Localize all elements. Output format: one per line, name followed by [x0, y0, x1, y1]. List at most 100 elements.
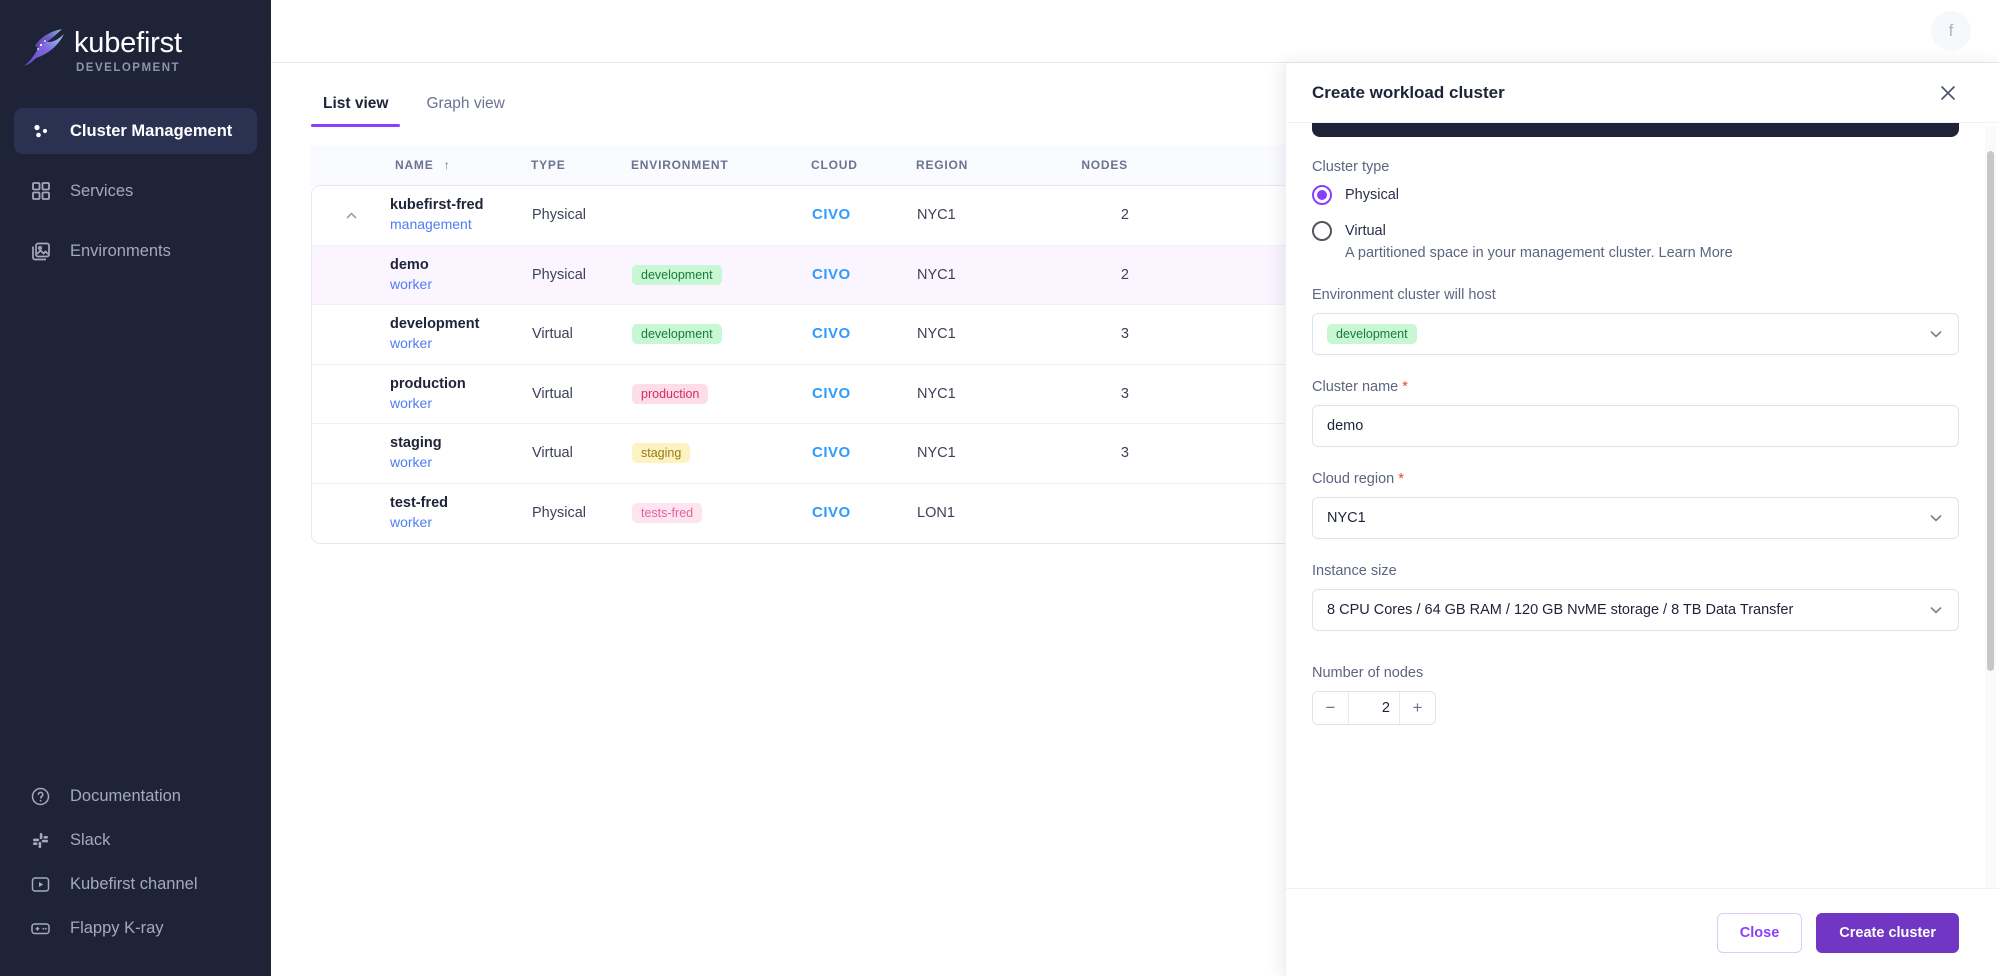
- cell-name: staging worker: [390, 434, 532, 472]
- column-header-environment[interactable]: ENVIRONMENT: [631, 158, 811, 172]
- column-header-cloud[interactable]: CLOUD: [811, 158, 916, 172]
- cell-region: LON1: [917, 505, 955, 522]
- required-asterisk: *: [1402, 379, 1408, 395]
- cell-environment: development: [632, 324, 812, 345]
- brand: kubefirst DEVELOPMENT: [0, 0, 271, 74]
- cluster-role-link[interactable]: management: [390, 215, 532, 234]
- column-header-nodes[interactable]: NODES: [1046, 158, 1146, 172]
- column-header-region[interactable]: REGION: [916, 158, 1046, 172]
- drawer-header: Create workload cluster: [1286, 63, 1999, 123]
- cluster-role-link[interactable]: worker: [390, 334, 532, 353]
- cluster-role-link[interactable]: worker: [390, 513, 532, 532]
- gamepad-icon: [30, 918, 51, 939]
- create-cluster-button[interactable]: Create cluster: [1816, 912, 1959, 953]
- radio-virtual[interactable]: Virtual: [1312, 221, 1959, 241]
- radio-virtual-label: Virtual: [1345, 223, 1386, 239]
- cell-type: Physical: [532, 266, 586, 283]
- sidebar-item-documentation[interactable]: Documentation: [0, 774, 271, 818]
- number-of-nodes-field: Number of nodes − 2 +: [1312, 665, 1959, 725]
- instance-size-label: Instance size: [1312, 563, 1397, 579]
- sidebar-footer: Documentation Slack Kubefirst channel Fl…: [0, 774, 271, 950]
- environment-badge: production: [632, 383, 709, 404]
- cell-name: production worker: [390, 375, 532, 413]
- tab-list-view[interactable]: List view: [311, 87, 401, 127]
- chevron-down-icon: [1928, 510, 1944, 526]
- cluster-role-link[interactable]: worker: [390, 394, 532, 413]
- civo-logo: CIVO: [812, 206, 851, 224]
- sidebar-item-flappy-k-ray[interactable]: Flappy K-ray: [0, 906, 271, 950]
- help-circle-icon: [30, 786, 51, 807]
- column-header-name[interactable]: NAME ↑: [389, 158, 531, 172]
- cluster-name: staging: [390, 435, 442, 452]
- cluster-type-hint[interactable]: A partitioned space in your management c…: [1345, 245, 1959, 261]
- drawer-body: Cluster type Physical Virtual A partitio…: [1286, 123, 1999, 888]
- cluster-role-link[interactable]: worker: [390, 453, 532, 472]
- sidebar-item-slack[interactable]: Slack: [0, 818, 271, 862]
- cell-type: Virtual: [532, 326, 573, 343]
- cluster-name-input[interactable]: demo: [1312, 405, 1959, 447]
- instance-size-select[interactable]: 8 CPU Cores / 64 GB RAM / 120 GB NvME st…: [1312, 589, 1959, 631]
- cell-region: NYC1: [917, 266, 956, 283]
- table-row[interactable]: staging worker Virtual staging CIVO NYC1…: [312, 424, 1297, 484]
- column-header-type[interactable]: TYPE: [531, 158, 631, 172]
- environment-select[interactable]: development: [1312, 313, 1959, 355]
- radio-physical-label: Physical: [1345, 187, 1399, 203]
- nodes-value[interactable]: 2: [1349, 692, 1399, 724]
- cloud-region-select[interactable]: NYC1: [1312, 497, 1959, 539]
- close-button[interactable]: Close: [1716, 912, 1803, 953]
- cell-region: NYC1: [917, 385, 956, 402]
- cluster-name: demo: [390, 256, 429, 273]
- cell-nodes: 3: [1120, 445, 1129, 462]
- cluster-name: test-fred: [390, 495, 449, 512]
- scrolled-info-banner: [1312, 123, 1959, 137]
- environment-field: Environment cluster will host developmen…: [1312, 287, 1959, 355]
- sidebar-item-label: Kubefirst channel: [70, 874, 198, 893]
- sidebar-item-services[interactable]: Services: [14, 168, 257, 214]
- civo-logo: CIVO: [812, 504, 851, 522]
- nodes-decrement-button[interactable]: −: [1313, 692, 1349, 724]
- sidebar-item-cluster-management[interactable]: Cluster Management: [14, 108, 257, 154]
- sidebar-item-label: Cluster Management: [70, 121, 233, 140]
- cell-name: development worker: [390, 315, 532, 353]
- clusters-table: NAME ↑ TYPE ENVIRONMENT CLOUD REGION NOD…: [311, 145, 1298, 544]
- avatar[interactable]: f: [1931, 11, 1971, 51]
- table-row[interactable]: kubefirst-fred management Physical CIVO …: [312, 186, 1297, 246]
- main-area: f List view Graph view NAME ↑ TYPE ENVIR…: [271, 0, 1999, 976]
- cell-environment: development: [632, 264, 812, 285]
- table-row[interactable]: demo worker Physical development CIVO NY…: [312, 245, 1297, 305]
- drawer-scrollbar-thumb[interactable]: [1987, 151, 1994, 671]
- cell-environment: tests-fred: [632, 503, 812, 524]
- chevron-up-icon: [344, 208, 359, 223]
- cell-cloud: CIVO: [812, 385, 917, 403]
- sidebar-item-label: Slack: [70, 830, 111, 849]
- environment-label: Environment cluster will host: [1312, 287, 1496, 303]
- row-expander[interactable]: [312, 208, 390, 223]
- sidebar-item-kubefirst-channel[interactable]: Kubefirst channel: [0, 862, 271, 906]
- cluster-role-link[interactable]: worker: [390, 275, 532, 294]
- table-row[interactable]: development worker Virtual development C…: [312, 305, 1297, 365]
- create-workload-cluster-drawer: Create workload cluster Cluster type Phy…: [1285, 63, 1999, 976]
- cell-cloud: CIVO: [812, 325, 917, 343]
- drawer-footer: Close Create cluster: [1286, 888, 1999, 976]
- instance-size-value: 8 CPU Cores / 64 GB RAM / 120 GB NvME st…: [1327, 602, 1794, 618]
- slack-icon: [30, 830, 51, 851]
- radio-physical-input[interactable]: [1312, 185, 1332, 205]
- tab-graph-view[interactable]: Graph view: [414, 87, 516, 127]
- sort-arrow-up-icon: ↑: [443, 158, 451, 172]
- table-row[interactable]: production worker Virtual production CIV…: [312, 364, 1297, 424]
- sidebar-item-environments[interactable]: Environments: [14, 228, 257, 274]
- radio-physical[interactable]: Physical: [1312, 185, 1959, 205]
- cluster-name-field: Cluster name * demo: [1312, 379, 1959, 447]
- table-header-row: NAME ↑ TYPE ENVIRONMENT CLOUD REGION NOD…: [311, 145, 1298, 185]
- nodes-increment-button[interactable]: +: [1399, 692, 1435, 724]
- civo-logo: CIVO: [812, 265, 851, 283]
- table-row[interactable]: test-fred worker Physical tests-fred CIV…: [312, 483, 1297, 543]
- avatar-initial: f: [1948, 21, 1954, 40]
- radio-virtual-input[interactable]: [1312, 221, 1332, 241]
- kubefirst-logo-icon: [18, 24, 70, 72]
- close-icon[interactable]: [1937, 82, 1959, 104]
- table-body: kubefirst-fred management Physical CIVO …: [311, 185, 1298, 544]
- sidebar-nav: Cluster Management Services Environments: [0, 108, 271, 288]
- grid-icon: [30, 180, 52, 202]
- cell-type: Virtual: [532, 445, 573, 462]
